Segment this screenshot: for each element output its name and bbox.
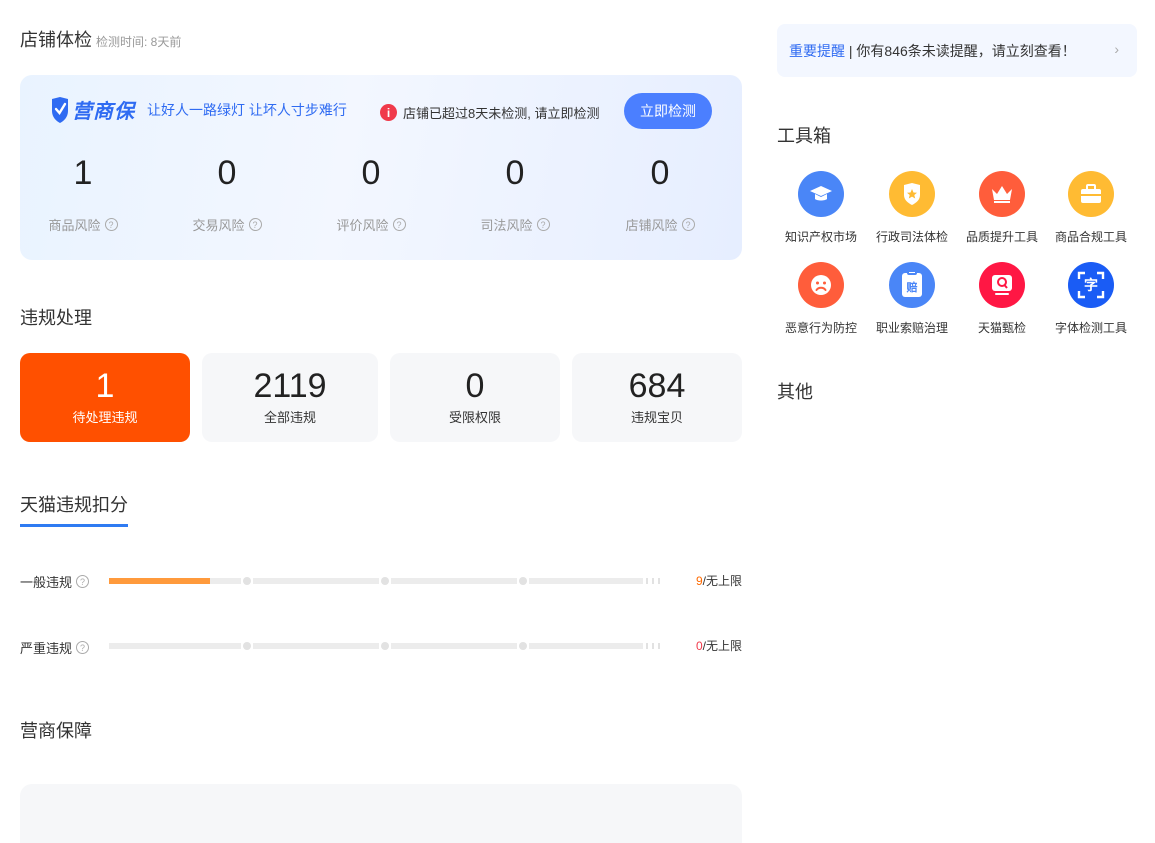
stat-all-violations[interactable]: 2119 全部违规 [202, 353, 378, 442]
help-icon[interactable]: ? [248, 218, 262, 231]
stat-pending-violations[interactable]: 1 待处理违规 [20, 353, 190, 442]
sad-face-icon [798, 262, 844, 308]
stat-violating-items[interactable]: 684 违规宝贝 [572, 353, 742, 442]
risk-item-judicial[interactable]: 0 司法风险? [455, 153, 575, 234]
alert-icon: i [380, 104, 397, 121]
detect-now-button[interactable]: 立即检测 [624, 93, 712, 129]
brand: 营商保 让好人一路绿灯 让坏人寸步难行 [50, 95, 347, 124]
help-icon[interactable]: ? [392, 218, 406, 231]
notice-text: 你有846条未读提醒，请立刻查看！ [856, 42, 1076, 59]
help-icon[interactable]: ? [76, 575, 90, 588]
risk-item-product[interactable]: 1 商品风险? [23, 153, 143, 234]
tab-active-indicator [20, 524, 128, 527]
help-icon[interactable]: ? [681, 218, 695, 231]
deduct-progress-general [109, 577, 664, 585]
tool-malicious-behavior[interactable]: 恶意行为防控 [776, 262, 866, 336]
toolbox-title: 工具箱 [777, 126, 831, 146]
tool-compliance[interactable]: 商品合规工具 [1046, 171, 1136, 245]
shield-logo-icon [52, 96, 68, 123]
guarantee-panel [20, 784, 742, 843]
other-title: 其他 [777, 382, 813, 402]
tool-quality[interactable]: 品质提升工具 [957, 171, 1047, 245]
police-badge-icon [889, 171, 935, 217]
deduct-score-general: 9/无上限 [695, 574, 742, 588]
crown-icon [979, 171, 1025, 217]
brand-slogan: 让好人一路绿灯 让坏人寸步难行 [147, 101, 347, 118]
tool-ip-market[interactable]: 知识产权市场 [776, 171, 866, 245]
risk-item-review[interactable]: 0 评价风险? [311, 153, 431, 234]
deduct-fill-general [109, 578, 211, 584]
clipboard-icon: 赔 [889, 262, 935, 308]
deduct-label-serious: 严重违规? [20, 638, 90, 657]
briefcase-icon [1068, 171, 1114, 217]
help-icon[interactable]: ? [76, 641, 90, 654]
important-notice[interactable]: 重要提醒 | 你有846条未读提醒，请立刻查看！ › [777, 24, 1137, 77]
tool-claim-governance[interactable]: 赔 职业索赔治理 [867, 262, 957, 336]
notice-link[interactable]: 重要提醒 [789, 41, 845, 61]
tool-font-detect[interactable]: 字 字体检测工具 [1046, 262, 1136, 336]
tmall-inspect-icon [979, 262, 1025, 308]
help-icon[interactable]: ? [536, 218, 550, 231]
tool-tmall-inspect[interactable]: 天猫甄检 [957, 262, 1047, 336]
font-scan-icon: 字 [1068, 262, 1114, 308]
brand-name: 营商保 [72, 101, 135, 123]
deduct-label-general: 一般违规? [20, 572, 90, 591]
health-card: 营商保 让好人一路绿灯 让坏人寸步难行 i 店铺已超过8天未检测, 请立即检测 … [20, 75, 742, 260]
risk-item-store[interactable]: 0 店铺风险? [600, 153, 720, 234]
check-time: 检测时间: 8天前 [96, 35, 182, 49]
deduct-progress-serious [109, 642, 664, 650]
tool-admin-judicial[interactable]: 行政司法体检 [867, 171, 957, 245]
violation-title: 违规处理 [20, 308, 92, 328]
graduation-cap-icon [798, 171, 844, 217]
stat-restricted-permissions[interactable]: 0 受限权限 [390, 353, 560, 442]
risk-item-trade[interactable]: 0 交易风险? [167, 153, 287, 234]
chevron-right-icon[interactable]: › [1114, 41, 1119, 57]
help-icon[interactable]: ? [104, 218, 118, 231]
deduct-score-serious: 0/无上限 [695, 639, 742, 653]
guarantee-title: 营商保障 [20, 721, 92, 741]
health-title: 店铺体检 检测时间: 8天前 [20, 30, 182, 50]
tab-tmall-deduction[interactable]: 天猫违规扣分 [20, 491, 128, 517]
detect-warning: i 店铺已超过8天未检测, 请立即检测 [380, 103, 599, 122]
